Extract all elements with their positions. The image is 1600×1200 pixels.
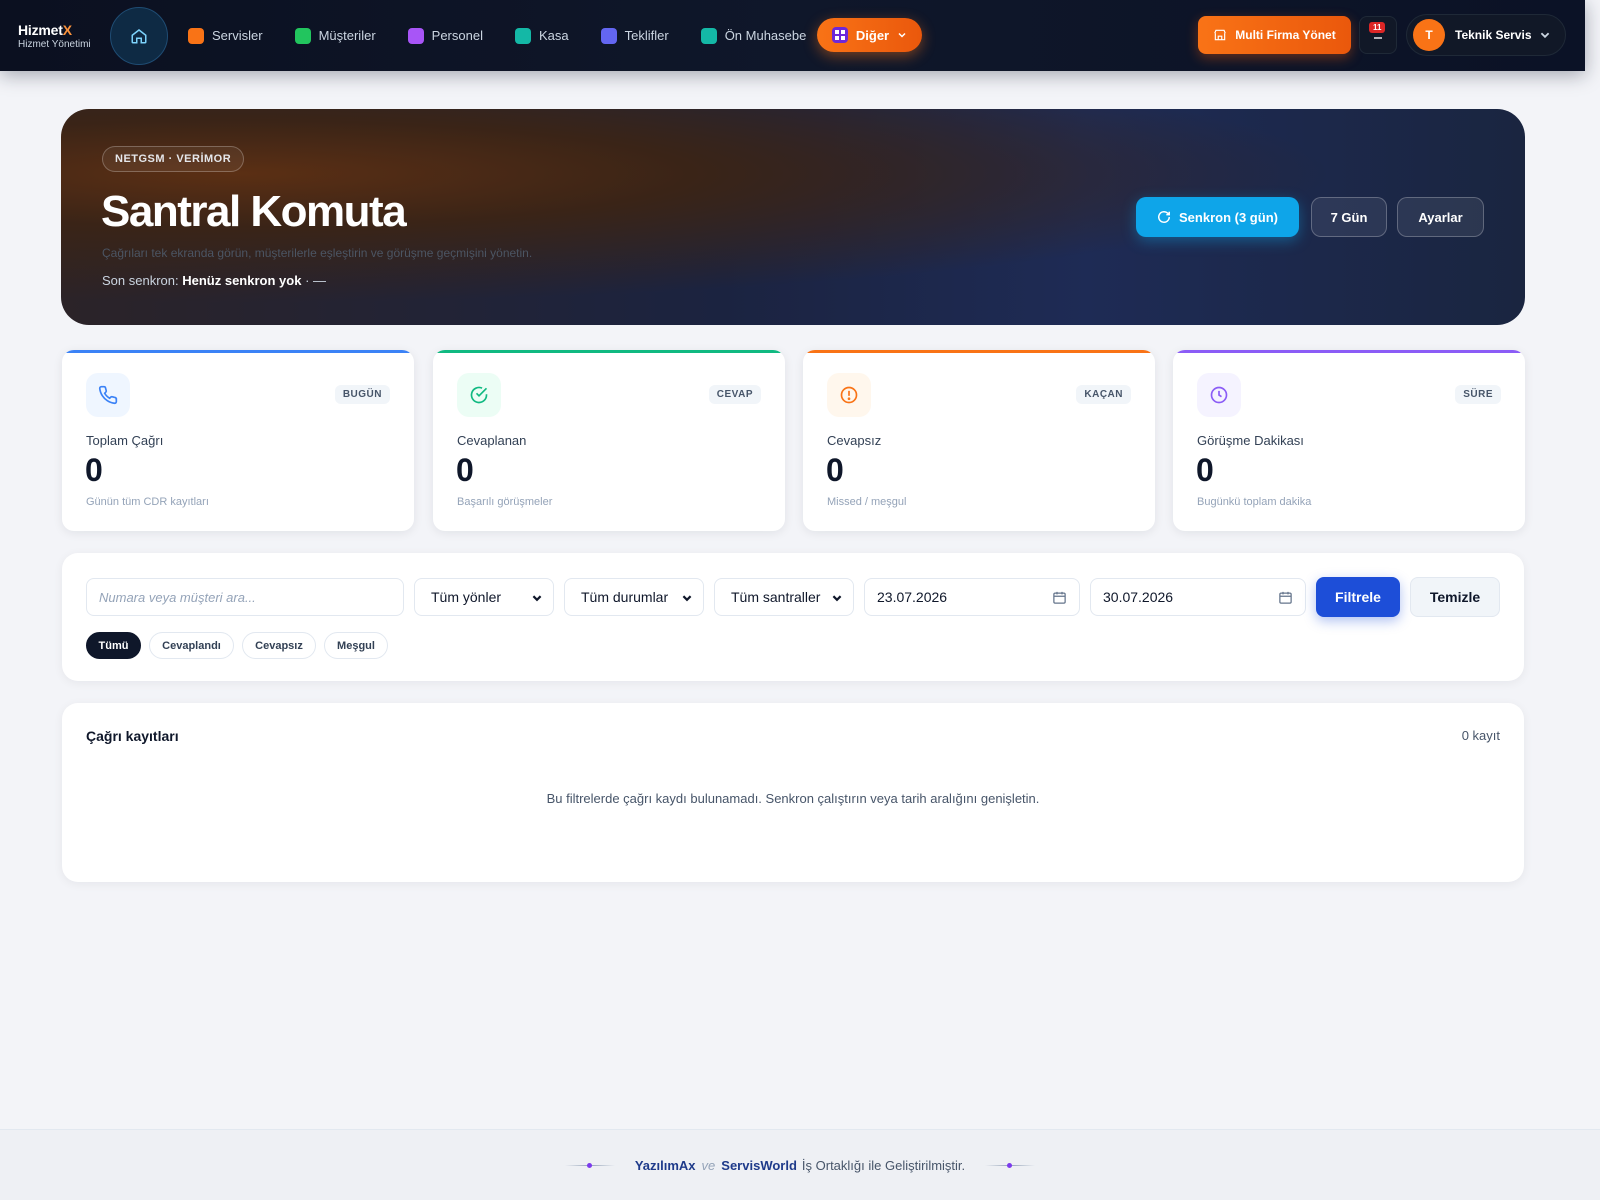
last-sync-value: Henüz senkron yok (182, 273, 302, 288)
chevron-down-icon (1540, 32, 1550, 39)
brand-title: HizmetX (18, 22, 72, 38)
calendar-icon[interactable] (1278, 590, 1293, 605)
nav-item-servisler[interactable]: Servisler (188, 27, 263, 44)
date-from-input[interactable]: 23.07.2026 (864, 578, 1080, 616)
multi-firm-button[interactable]: Multi Firma Yönet (1198, 16, 1351, 54)
stat-value: 0 (456, 452, 474, 488)
page-subtitle: Çağrıları tek ekranda görün, müşterilerl… (102, 246, 533, 260)
chip-missed[interactable]: Cevapsız (242, 632, 316, 659)
nav-menu: Servisler Müşteriler Personel Kasa Tekli… (188, 0, 838, 71)
page-title: Santral Komuta (101, 187, 407, 236)
sync-button[interactable]: Senkron (3 gün) (1136, 197, 1299, 237)
kasa-icon (514, 27, 531, 44)
filter-button[interactable]: Filtrele (1316, 577, 1400, 617)
card-accent-bar (1173, 350, 1525, 353)
nav-item-on-muhasebe[interactable]: Ön Muhasebe (700, 27, 806, 44)
stat-hint: Missed / meşgul (827, 496, 907, 508)
filter-panel: Numara veya müşteri ara... Tüm yönler Tü… (62, 553, 1524, 681)
stat-card-answered: CEVAP Cevaplanan 0 Başarılı görüşmeler (433, 350, 785, 531)
stat-badge: BUGÜN (334, 385, 390, 404)
footer-divider (985, 1162, 1036, 1168)
stat-card-missed: KAÇAN Cevapsız 0 Missed / meşgul (803, 350, 1155, 531)
nav-more-dropdown[interactable]: Diğer (817, 18, 922, 52)
chevron-down-icon (898, 32, 906, 38)
home-button[interactable] (110, 7, 168, 65)
empty-state-message: Bu filtrelerde çağrı kaydı bulunamadı. S… (546, 791, 1040, 806)
stat-value: 0 (85, 452, 103, 488)
grid-icon (831, 27, 848, 43)
card-accent-bar (62, 350, 414, 353)
stat-label: Cevaplanan (457, 433, 527, 448)
calendar-icon[interactable] (1052, 590, 1067, 605)
phone-icon (86, 373, 130, 417)
stat-card-minutes: SÜRE Görüşme Dakikası 0 Bugünkü toplam d… (1173, 350, 1525, 531)
nav-item-teklifler[interactable]: Teklifler (600, 27, 669, 44)
top-navbar: HizmetX Hizmet Yönetimi Servisler Müşter… (0, 0, 1585, 71)
store-icon (1214, 29, 1227, 41)
stat-card-total-calls: BUGÜN Toplam Çağrı 0 Günün tüm CDR kayıt… (62, 350, 414, 531)
nav-item-personel[interactable]: Personel (407, 27, 483, 44)
user-menu[interactable]: T Teknik Servis (1406, 14, 1566, 56)
bell-icon (1374, 37, 1382, 39)
nav-item-kasa[interactable]: Kasa (514, 27, 569, 44)
provider-tag: NETGSM · VERİMOR (102, 146, 245, 172)
refresh-icon (1158, 211, 1170, 223)
records-count: 0 kayıt (1461, 728, 1500, 743)
teklifler-icon (600, 27, 617, 44)
stat-label: Cevapsız (827, 433, 882, 448)
servisler-icon (188, 27, 204, 44)
stat-badge: SÜRE (1455, 385, 1501, 404)
records-title: Çağrı kayıtları (86, 728, 179, 744)
notifications-button[interactable]: 11 (1359, 16, 1397, 54)
personel-icon (407, 27, 424, 44)
check-circle-icon (457, 373, 501, 417)
notification-badge: 11 (1369, 22, 1386, 33)
status-select[interactable]: Tüm durumlar (564, 578, 704, 616)
card-accent-bar (803, 350, 1155, 353)
footer-divider (564, 1162, 615, 1168)
on-muhasebe-icon (700, 27, 717, 44)
brand-subtitle: Hizmet Yönetimi (18, 39, 91, 50)
pbx-select[interactable]: Tüm santraller (714, 578, 854, 616)
chip-all[interactable]: Tümü (86, 632, 141, 659)
direction-select[interactable]: Tüm yönler (414, 578, 554, 616)
chip-busy[interactable]: Meşgul (324, 632, 388, 659)
avatar: T (1413, 19, 1445, 51)
date-to-input[interactable]: 30.07.2026 (1090, 578, 1306, 616)
footer-brand-servisworld[interactable]: ServisWorld (721, 1158, 797, 1173)
user-name: Teknik Servis (1455, 28, 1532, 42)
stat-value: 0 (1196, 452, 1214, 488)
chevron-down-icon (832, 595, 842, 602)
musteriler-icon (294, 27, 311, 44)
alert-circle-icon (827, 373, 871, 417)
stat-hint: Başarılı görüşmeler (457, 496, 553, 508)
footer-brand-yazilimax[interactable]: YazılımAx (635, 1158, 696, 1173)
search-input[interactable]: Numara veya müşteri ara... (86, 578, 404, 616)
chevron-down-icon (532, 595, 542, 602)
chevron-down-icon (682, 595, 692, 602)
brand-logo[interactable]: HizmetX Hizmet Yönetimi (18, 22, 91, 50)
clear-button[interactable]: Temizle (1410, 577, 1500, 617)
footer: YazılımAx ve ServisWorld İş Ortaklığı il… (0, 1129, 1600, 1200)
clock-icon (1197, 373, 1241, 417)
footer-joiner: ve (701, 1157, 716, 1173)
stat-badge: CEVAP (708, 385, 761, 404)
seven-days-button[interactable]: 7 Gün (1311, 197, 1387, 237)
home-icon (131, 29, 147, 44)
stat-hint: Bugünkü toplam dakika (1197, 496, 1312, 508)
stat-label: Görüşme Dakikası (1197, 433, 1304, 448)
call-records-panel: Çağrı kayıtları 0 kayıt Bu filtrelerde ç… (62, 703, 1524, 882)
footer-text: İş Ortaklığı ile Geliştirilmiştir. (801, 1157, 966, 1173)
hero-banner: NETGSM · VERİMOR Santral Komuta Çağrılar… (61, 109, 1525, 325)
stat-value: 0 (826, 452, 844, 488)
last-sync: Son senkron: Henüz senkron yok · — (102, 273, 327, 288)
card-accent-bar (433, 350, 785, 353)
stat-label: Toplam Çağrı (86, 433, 164, 448)
settings-button[interactable]: Ayarlar (1397, 197, 1484, 237)
stat-hint: Günün tüm CDR kayıtları (86, 496, 209, 508)
chip-answered[interactable]: Cevaplandı (149, 632, 234, 659)
stat-badge: KAÇAN (1076, 385, 1131, 404)
nav-item-musteriler[interactable]: Müşteriler (294, 27, 376, 44)
